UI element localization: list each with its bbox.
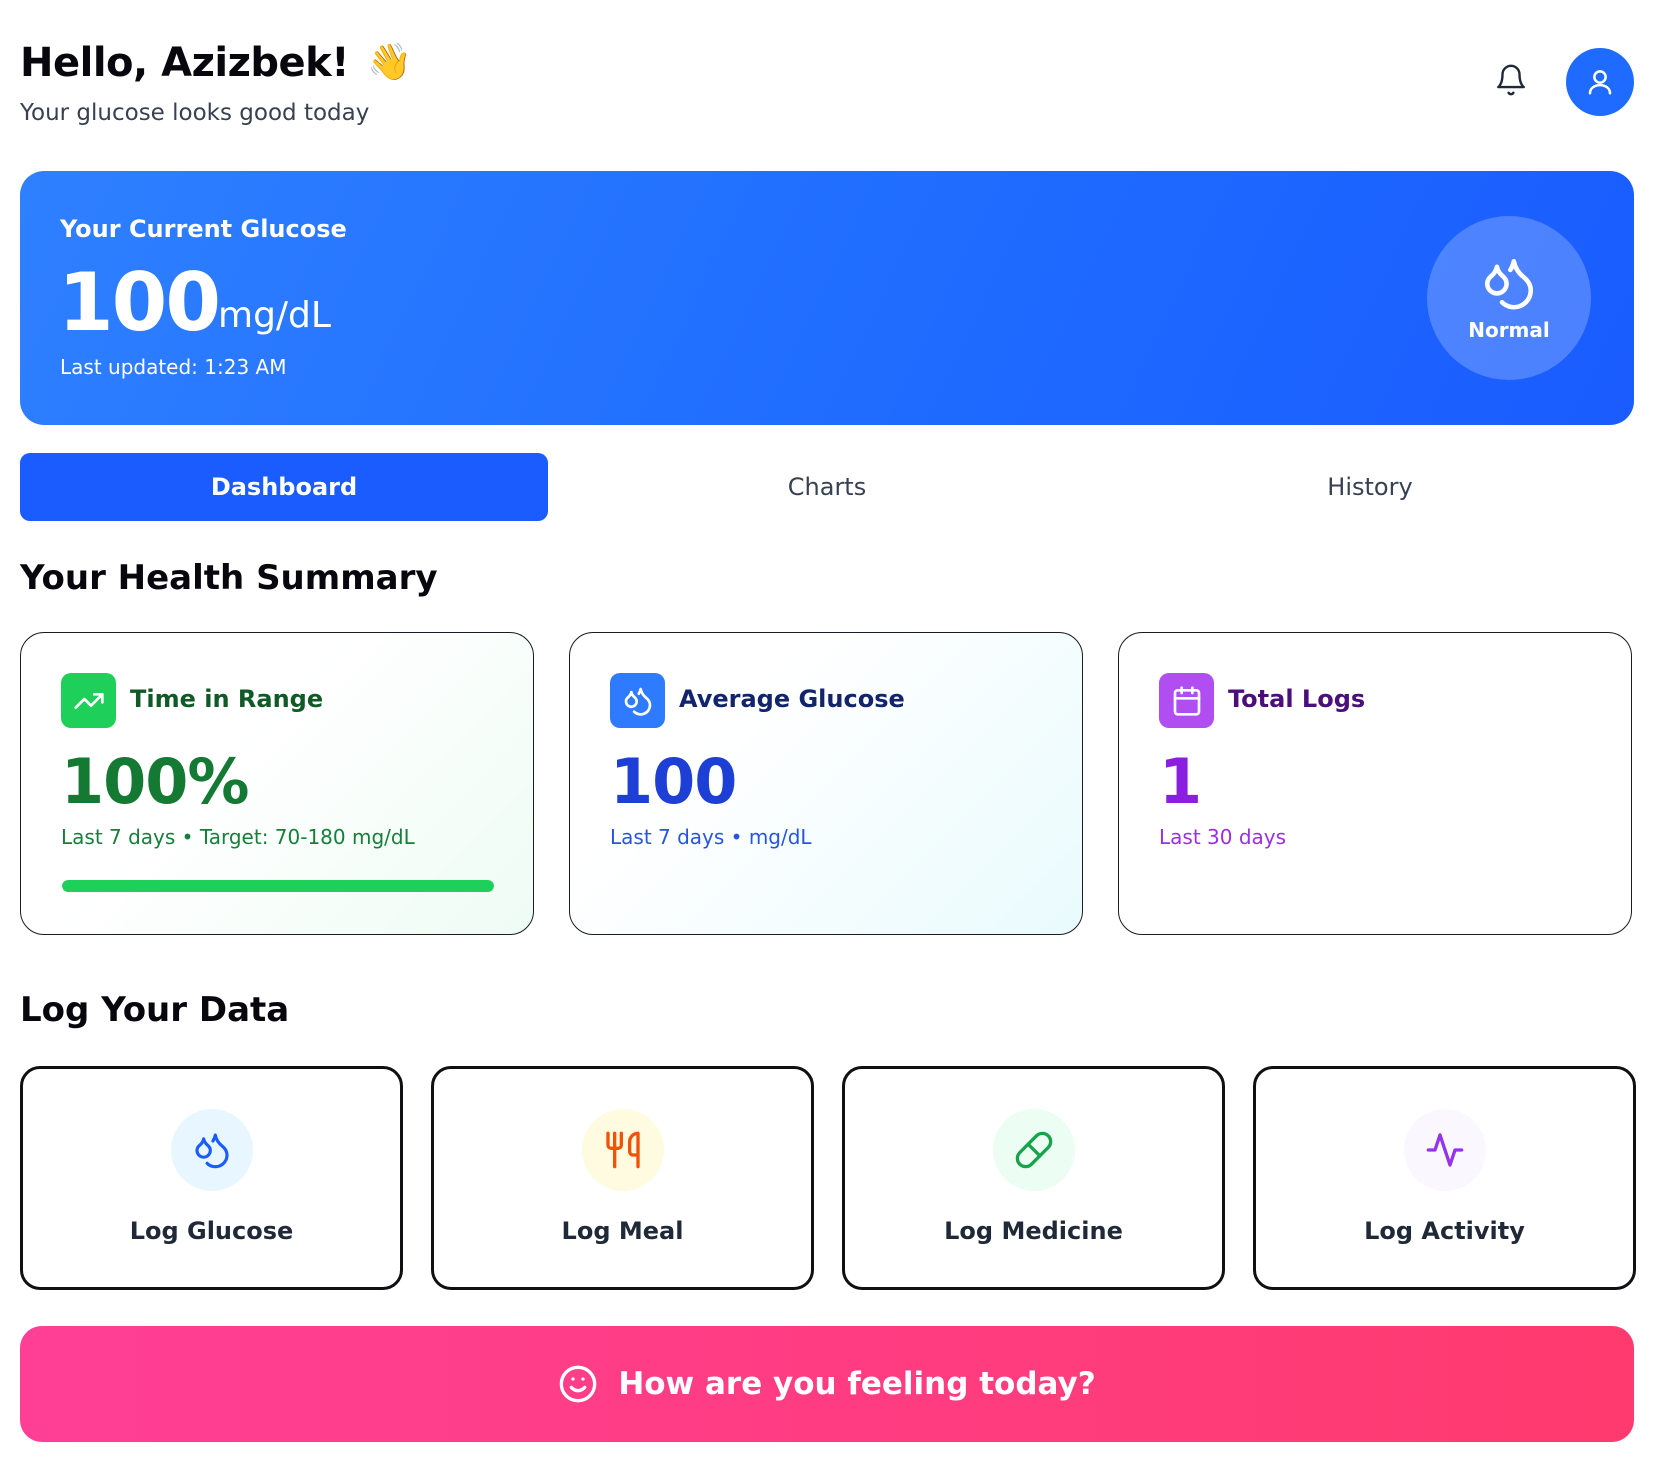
log-meal-label: Log Meal [561, 1217, 684, 1245]
total-logs-note: Last 30 days [1159, 825, 1287, 849]
tab-bar: Dashboard Charts History [20, 453, 1634, 521]
notifications-button[interactable] [1494, 62, 1528, 98]
greeting-title: Hello, Azizbek! [20, 40, 349, 86]
user-icon [1588, 70, 1612, 95]
average-glucose-icon-box [610, 673, 665, 728]
last-updated-text: Last updated: 1:23 AM [60, 355, 287, 379]
log-data-title: Log Your Data [20, 990, 290, 1030]
greeting-row: Hello, Azizbek! 👋 [20, 40, 412, 86]
smile-icon [559, 1365, 597, 1403]
log-medicine-label: Log Medicine [944, 1217, 1123, 1245]
log-activity-icon-circle [1404, 1109, 1486, 1191]
tab-history[interactable]: History [1106, 453, 1634, 521]
current-glucose-title: Your Current Glucose [60, 215, 347, 243]
current-glucose-unit: mg/dL [218, 295, 331, 336]
profile-button[interactable] [1566, 48, 1634, 116]
glucose-status-label: Normal [1468, 318, 1550, 342]
log-activity-label: Log Activity [1364, 1217, 1525, 1245]
tab-charts[interactable]: Charts [563, 453, 1091, 521]
total-logs-card: Total Logs 1 Last 30 days [1118, 632, 1632, 935]
time-in-range-icon-box [61, 673, 116, 728]
feeling-button[interactable]: How are you feeling today? [20, 1326, 1634, 1442]
health-summary-title: Your Health Summary [20, 558, 438, 598]
tab-dashboard[interactable]: Dashboard [20, 453, 548, 521]
average-glucose-note: Last 7 days • mg/dL [610, 825, 812, 849]
time-in-range-progress [62, 880, 494, 892]
pill-icon [1015, 1131, 1053, 1169]
time-in-range-value: 100% [61, 745, 250, 818]
log-medicine-button[interactable]: Log Medicine [842, 1066, 1225, 1290]
total-logs-icon-box [1159, 673, 1214, 728]
time-in-range-label: Time in Range [130, 685, 324, 713]
time-in-range-progress-fill [62, 880, 494, 892]
calendar-icon [1173, 685, 1200, 716]
droplets-icon [195, 1133, 229, 1169]
log-meal-button[interactable]: Log Meal [431, 1066, 814, 1290]
wave-emoji: 👋 [366, 42, 412, 83]
header: Hello, Azizbek! 👋 Your glucose looks goo… [20, 36, 1634, 126]
time-in-range-note: Last 7 days • Target: 70-180 mg/dL [61, 825, 415, 849]
total-logs-value: 1 [1159, 745, 1202, 818]
log-activity-button[interactable]: Log Activity [1253, 1066, 1636, 1290]
average-glucose-value: 100 [610, 745, 737, 818]
total-logs-label: Total Logs [1228, 685, 1366, 713]
log-meal-icon-circle [582, 1109, 664, 1191]
feeling-label: How are you feeling today? [618, 1366, 1096, 1402]
utensils-icon [606, 1131, 640, 1169]
trending-up-icon [73, 692, 104, 709]
current-glucose-card: Your Current Glucose 100 mg/dL Last upda… [20, 171, 1634, 425]
droplets-icon [1484, 259, 1534, 310]
average-glucose-card: Average Glucose 100 Last 7 days • mg/dL [569, 632, 1083, 935]
bell-icon [1497, 64, 1525, 96]
average-glucose-label: Average Glucose [679, 685, 905, 713]
log-medicine-icon-circle [993, 1109, 1075, 1191]
time-in-range-card: Time in Range 100% Last 7 days • Target:… [20, 632, 534, 935]
log-glucose-label: Log Glucose [129, 1217, 294, 1245]
glucose-status-badge: Normal [1427, 216, 1591, 380]
activity-icon [1426, 1133, 1464, 1167]
log-glucose-button[interactable]: Log Glucose [20, 1066, 403, 1290]
greeting-subtitle: Your glucose looks good today [20, 100, 370, 126]
log-glucose-icon-circle [171, 1109, 253, 1191]
droplets-icon [624, 687, 651, 716]
current-glucose-value: 100 [58, 256, 221, 349]
